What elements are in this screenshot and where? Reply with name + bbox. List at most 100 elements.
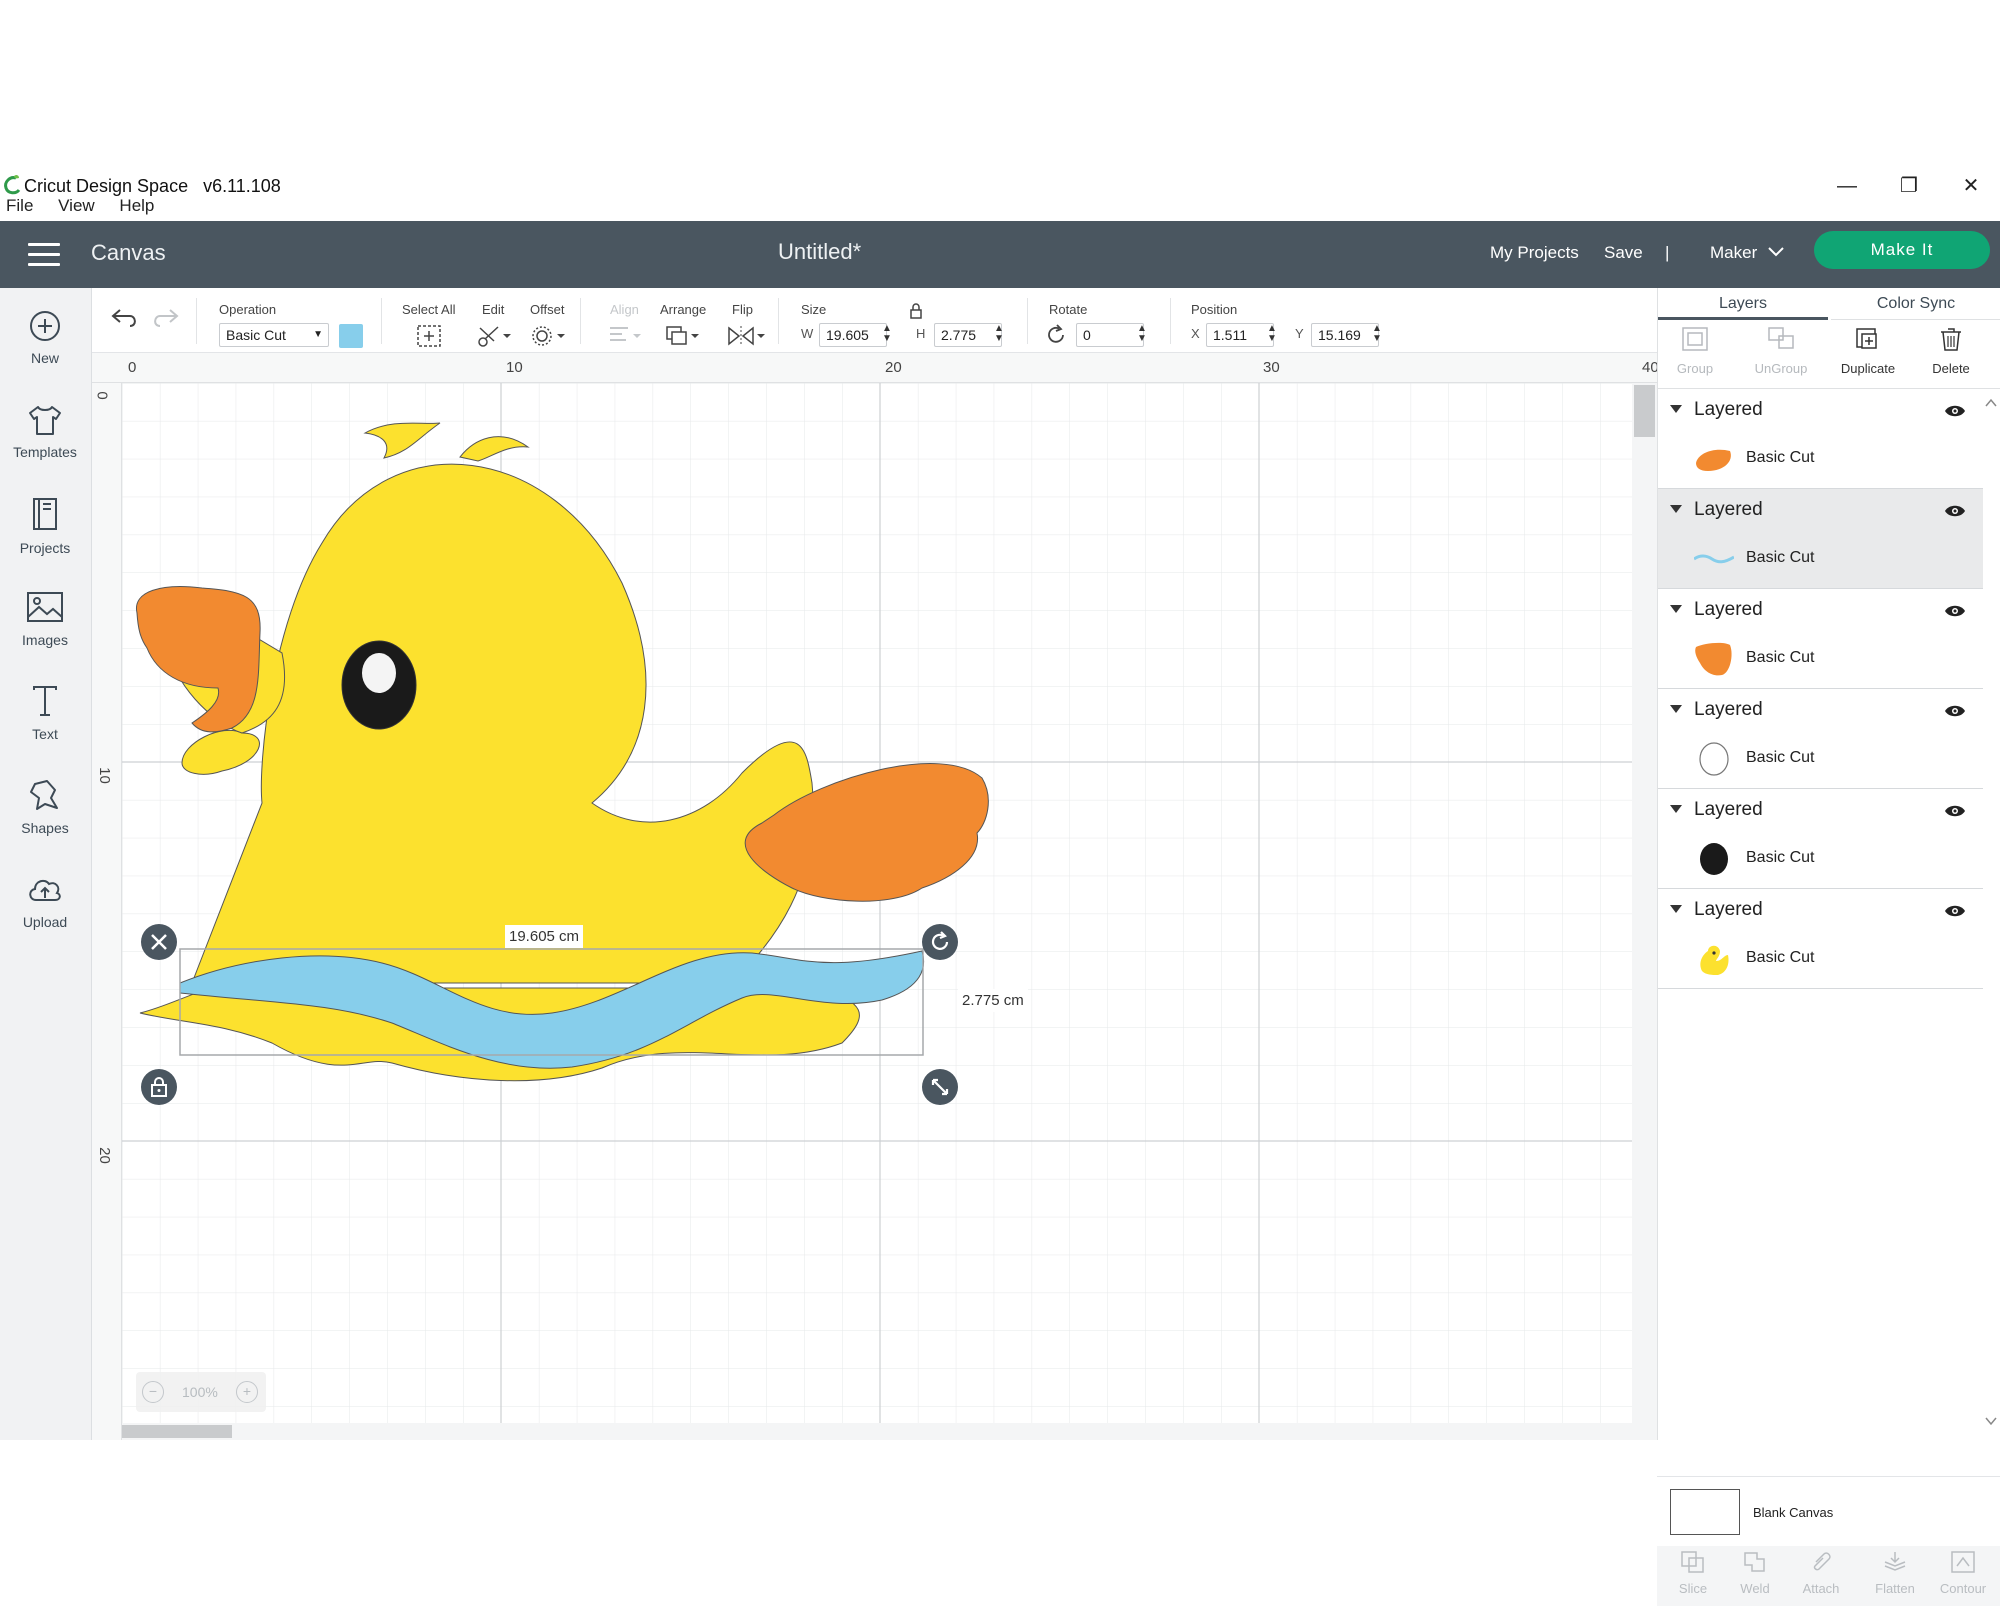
lock-icon[interactable] — [908, 302, 924, 320]
design-canvas[interactable]: 19.605 cm 2.775 cm — [122, 383, 1632, 1423]
minimize-button[interactable]: — — [1818, 170, 1876, 202]
width-stepper-icon[interactable]: ▲ ▼ — [882, 324, 892, 344]
rotate-input[interactable]: 0 — [1076, 323, 1144, 347]
panel-scroll-up-icon[interactable] — [1984, 398, 1998, 408]
rotate-handle[interactable] — [922, 924, 958, 960]
operation-color-swatch[interactable] — [339, 324, 363, 348]
edit-scissors-icon[interactable] — [476, 324, 512, 348]
resize-handle[interactable] — [922, 1069, 958, 1105]
layer-group-pupil[interactable]: Layered Basic Cut — [1658, 789, 1983, 889]
hamburger-menu-icon[interactable] — [28, 243, 60, 267]
canvas-grid — [122, 383, 1632, 1423]
weld-label: Weld — [1740, 1581, 1770, 1596]
delete-button[interactable]: Delete — [1916, 326, 1986, 376]
select-all-icon[interactable] — [416, 324, 442, 348]
offset-icon[interactable] — [530, 324, 566, 348]
ruler-tick-label: 30 — [1263, 359, 1280, 376]
layer-group-wave[interactable]: Layered Basic Cut — [1658, 489, 1983, 589]
redo-icon[interactable] — [150, 306, 180, 330]
duck-eye-highlight-shape[interactable] — [362, 653, 396, 693]
layer-group-wing[interactable]: Layered Basic Cut — [1658, 589, 1983, 689]
collapse-caret-icon[interactable] — [1670, 805, 1682, 813]
menu-view[interactable]: View — [58, 196, 95, 215]
zoom-in-icon[interactable]: + — [236, 1381, 258, 1403]
rotate-icon — [1048, 324, 1064, 343]
collapse-caret-icon[interactable] — [1670, 505, 1682, 513]
tab-color-sync[interactable]: Color Sync — [1831, 288, 2000, 320]
weld-button: Weld — [1725, 1550, 1785, 1596]
bottom-tools: Slice Weld Attach Flatten Contour — [1657, 1546, 2000, 1606]
machine-select[interactable]: Maker — [1710, 243, 1757, 263]
flip-label: Flip — [732, 302, 753, 317]
my-projects-link[interactable]: My Projects — [1490, 243, 1579, 263]
collapse-caret-icon[interactable] — [1670, 405, 1682, 413]
chevron-down-icon[interactable] — [1768, 247, 1784, 257]
undo-icon[interactable] — [110, 306, 140, 330]
operation-select[interactable]: Basic Cut ▼ — [219, 323, 329, 347]
eye-icon[interactable] — [1944, 403, 1966, 419]
collapse-caret-icon[interactable] — [1670, 705, 1682, 713]
header-divider: | — [1665, 243, 1670, 262]
scroll-thumb[interactable] — [122, 1425, 232, 1438]
operation-value: Basic Cut — [226, 327, 286, 343]
menu-file[interactable]: File — [6, 196, 33, 215]
x-input[interactable]: 1.511 — [1206, 323, 1274, 347]
x-stepper-icon[interactable]: ▲ ▼ — [1267, 324, 1277, 344]
restore-button[interactable]: ❐ — [1880, 170, 1938, 202]
width-input[interactable]: 19.605 — [819, 323, 887, 347]
slice-button: Slice — [1663, 1550, 1723, 1596]
sidebar-item-images[interactable]: Images — [0, 590, 90, 648]
collapse-caret-icon[interactable] — [1670, 905, 1682, 913]
layer-group-beak[interactable]: Layered Basic Cut — [1658, 389, 1983, 489]
tshirt-icon — [29, 406, 61, 435]
operation-label: Operation — [219, 302, 277, 317]
y-stepper-icon[interactable]: ▲ ▼ — [1372, 324, 1382, 344]
tab-layers[interactable]: Layers — [1658, 288, 1828, 320]
eye-icon[interactable] — [1944, 803, 1966, 819]
sidebar-item-text[interactable]: Text — [0, 684, 90, 742]
cricut-logo-icon — [4, 174, 21, 195]
sidebar-item-projects[interactable]: Projects — [0, 496, 90, 556]
rotate-stepper-icon[interactable]: ▲ ▼ — [1137, 324, 1147, 344]
flatten-button: Flatten — [1865, 1550, 1925, 1596]
panel-scroll-down-icon[interactable] — [1984, 1416, 1998, 1426]
layer-group-duck[interactable]: Layered Basic Cut — [1658, 889, 1983, 989]
ungroup-icon — [1768, 327, 1794, 349]
eye-icon[interactable] — [1944, 703, 1966, 719]
delete-handle[interactable] — [141, 924, 177, 960]
zoom-out-icon[interactable]: − — [142, 1381, 164, 1403]
layer-group-eye[interactable]: Layered Basic Cut — [1658, 689, 1983, 789]
blank-canvas-swatch[interactable] — [1670, 1489, 1740, 1535]
eye-icon[interactable] — [1944, 903, 1966, 919]
yellow-duck-thumbnail-icon — [1700, 945, 1729, 975]
height-input[interactable]: 2.775 — [934, 323, 1002, 347]
scroll-thumb[interactable] — [1634, 385, 1655, 437]
window-titlebar: Cricut Design Space v6.11.108 — ❐ ✕ — [0, 166, 2000, 218]
y-input[interactable]: 15.169 — [1311, 323, 1379, 347]
close-window-button[interactable]: ✕ — [1942, 170, 2000, 202]
sidebar-item-upload[interactable]: Upload — [0, 872, 90, 930]
canvas-vertical-scrollbar[interactable] — [1632, 383, 1657, 1440]
eye-icon[interactable] — [1944, 503, 1966, 519]
menu-help[interactable]: Help — [119, 196, 154, 215]
black-oval-thumbnail-icon — [1700, 843, 1728, 875]
save-button[interactable]: Save — [1604, 243, 1643, 263]
canvas-horizontal-scrollbar[interactable] — [122, 1423, 1632, 1440]
text-icon — [33, 686, 57, 716]
ruler-horizontal: 0 10 20 30 40 — [92, 353, 1659, 383]
height-stepper-icon[interactable]: ▲ ▼ — [994, 324, 1004, 344]
sidebar-item-shapes[interactable]: Shapes — [0, 778, 90, 836]
blank-canvas-row[interactable]: Blank Canvas — [1657, 1476, 2000, 1544]
lock-handle[interactable] — [141, 1069, 177, 1105]
make-it-button[interactable]: Make It — [1814, 231, 1990, 269]
eye-icon[interactable] — [1944, 603, 1966, 619]
collapse-caret-icon[interactable] — [1670, 605, 1682, 613]
duplicate-button[interactable]: Duplicate — [1833, 326, 1903, 376]
arrange-icon[interactable] — [664, 324, 700, 348]
flip-icon[interactable] — [726, 324, 766, 348]
ruler-vertical: 0 10 20 — [92, 383, 122, 1440]
sidebar-item-templates[interactable]: Templates — [0, 404, 90, 460]
sidebar-item-new[interactable]: New — [0, 310, 90, 366]
orange-wing-thumbnail-icon — [1695, 642, 1732, 676]
layer-thumbnail — [1694, 441, 1734, 477]
